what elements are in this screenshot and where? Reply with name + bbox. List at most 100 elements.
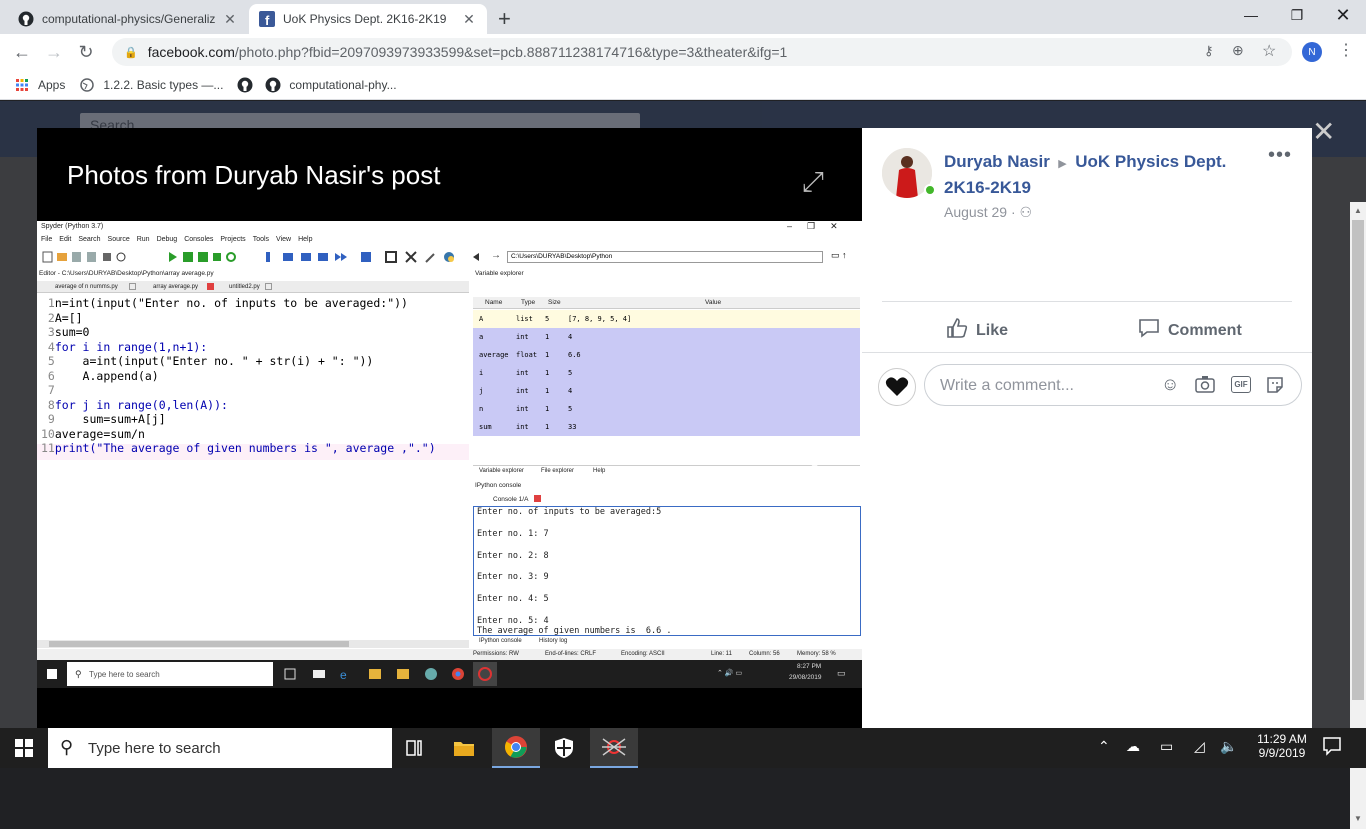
scroll-up-icon[interactable]: ▲ [1354,206,1362,215]
taskbar-search-box[interactable]: ⚲ Type here to search [48,728,392,768]
comment-input[interactable]: Write a comment... ☺ GIF [924,364,1302,406]
spyder-menu-item: File [41,236,53,243]
scroll-down-icon[interactable]: ▼ [1354,814,1362,823]
tab-close-icon[interactable]: ✕ [461,11,477,28]
var-cell: 1 [545,423,550,431]
inner-search-icon: ⚲ [75,669,82,679]
var-row: n int 1 5 [473,400,860,418]
var-table-header: Name Type Size Value [473,297,860,309]
post-date-text[interactable]: August 29 · [944,204,1016,220]
security-shield-icon[interactable] [540,728,588,768]
var-row: average float 1 6.6 [473,346,860,364]
var-cell: 5 [568,369,573,377]
spyder-toolbar: → C:\Users\DURYAB\Desktop\Python ▭ ↑ [41,249,861,265]
tab-close-icon [129,283,136,290]
code-line: 4for i in range(1,n+1): [41,340,207,354]
new-tab-icon[interactable]: + [498,6,511,32]
tray-chevron-icon[interactable]: ⌃ [1098,738,1110,755]
restore-icon[interactable]: ❐ [1274,0,1320,30]
tray-clock[interactable]: 11:29 AM 9/9/2019 [1252,732,1312,760]
var-cell: float [516,351,538,359]
profile-avatar[interactable]: N [1302,42,1322,62]
tray-cloud-icon[interactable]: ☁ [1126,738,1140,755]
spyder-menu-item: Help [298,236,313,243]
bookmark-label: Apps [38,77,66,92]
window-close-icon[interactable]: ✕ [1320,0,1366,30]
var-tab: File explorer [541,468,575,474]
menu-kebab-icon[interactable]: ⋮ [1338,40,1354,60]
col-value: Value [705,299,722,306]
comment-button[interactable]: Comment [1138,317,1242,344]
back-icon[interactable]: ← [10,40,34,64]
address-bar[interactable]: 🔒 facebook.com/photo.php?fbid=2097093973… [112,38,1292,66]
spyder-window-title: Spyder (Python 3.7) [41,223,104,230]
github-icon [237,77,253,93]
bookmark-basic-types[interactable]: 1.2.2. Basic types —... [79,77,223,93]
expand-icon[interactable]: ⤢ [802,166,824,199]
console-tab: History log [539,638,568,644]
forward-icon[interactable]: → [42,40,66,64]
next-photo-icon[interactable]: › [807,421,826,486]
close-viewer-icon[interactable]: ✕ [1312,115,1335,148]
facebook-page: Search Photos from Duryab Nasir's post ⤢… [0,101,1366,829]
url-path: /photo.php?fbid=2097093973933599&set=pcb… [234,44,788,60]
zoom-icon[interactable]: ⊕ [1232,42,1244,59]
var-cell: int [516,387,529,395]
tab-github[interactable]: computational-physics/Generaliz ✕ [8,4,248,34]
reload-icon[interactable]: ↻ [74,40,98,64]
inner-search-text: Type here to search [89,670,160,679]
bookmark-github-blank[interactable] [237,77,261,93]
spyder-path-input: C:\Users\DURYAB\Desktop\Python [507,251,823,263]
windows-start-icon[interactable] [0,728,48,768]
code-line: 2A=[] [41,311,83,325]
tray-volume-icon[interactable]: 🔈 [1220,738,1237,755]
prev-photo-icon[interactable]: ‹ [67,451,82,501]
var-cell: [7, 8, 9, 5, 4] [568,315,632,323]
key-icon[interactable]: ⚷ [1204,43,1214,59]
status-memory: Memory: 58 % [797,651,836,657]
line-number: 11 [41,441,55,455]
tab-facebook[interactable]: f UoK Physics Dept. 2K16-2K19 ✕ [249,4,487,34]
console-line: Enter no. 1: 7 [477,528,549,539]
scroll-thumb[interactable] [1352,220,1364,700]
bookmark-label: computational-phy... [289,77,397,92]
task-view-icon[interactable] [392,728,440,768]
like-button[interactable]: Like [946,317,1008,344]
code-line: 11print("The average of given numbers is… [41,441,436,455]
console-line: Enter no. 3: 9 [477,572,549,583]
bookmark-computational[interactable]: computational-phy... [265,77,397,93]
col-size: Size [548,299,561,306]
chrome-icon[interactable] [492,728,540,768]
code-text: sum=sum+A[j] [54,412,166,426]
sticker-icon[interactable] [1265,375,1285,400]
spyder-menu-item: Projects [220,236,246,243]
spyder-app-icon[interactable] [590,728,638,768]
console-line: The average of given numbers is 6.6 . [477,626,672,636]
tray-battery-icon[interactable]: ▭ [1160,738,1173,755]
more-options-icon[interactable]: ••• [1268,144,1292,167]
bookmark-star-icon[interactable]: ☆ [1262,41,1276,61]
editor-tab: average of n numms.py [55,284,118,290]
code-text: average=sum/n [54,426,145,441]
author-name[interactable]: Duryab Nasir [944,152,1050,171]
editor-tab: untitled2.py [229,284,260,290]
minimize-icon[interactable]: — [1228,0,1274,30]
bookmark-apps[interactable]: Apps [14,77,65,93]
file-explorer-icon[interactable] [440,728,488,768]
tray-wifi-icon[interactable]: ◿ [1194,738,1205,755]
gif-icon[interactable]: GIF [1231,376,1251,393]
code-text: n=int(input("Enter no. of inputs to be a… [54,296,408,310]
tray-date: 9/9/2019 [1258,746,1306,760]
tab-close-icon[interactable]: ✕ [222,11,238,28]
notification-icon[interactable] [1322,736,1342,761]
tab-title: UoK Physics Dept. 2K16-2K19 [283,12,447,26]
col-type: Type [521,299,536,306]
code-text: sum=0 [54,325,90,339]
code-text: a=int(input("Enter no. " + str(i) + ": "… [54,354,374,368]
line-number: 9 [41,412,55,426]
camera-icon[interactable] [1195,375,1215,398]
console-tab-bar: IPython console History log [473,637,860,647]
taskbar-search-text: Type here to search [88,740,221,757]
emoji-icon[interactable]: ☺ [1161,374,1179,395]
like-label: Like [976,321,1009,339]
